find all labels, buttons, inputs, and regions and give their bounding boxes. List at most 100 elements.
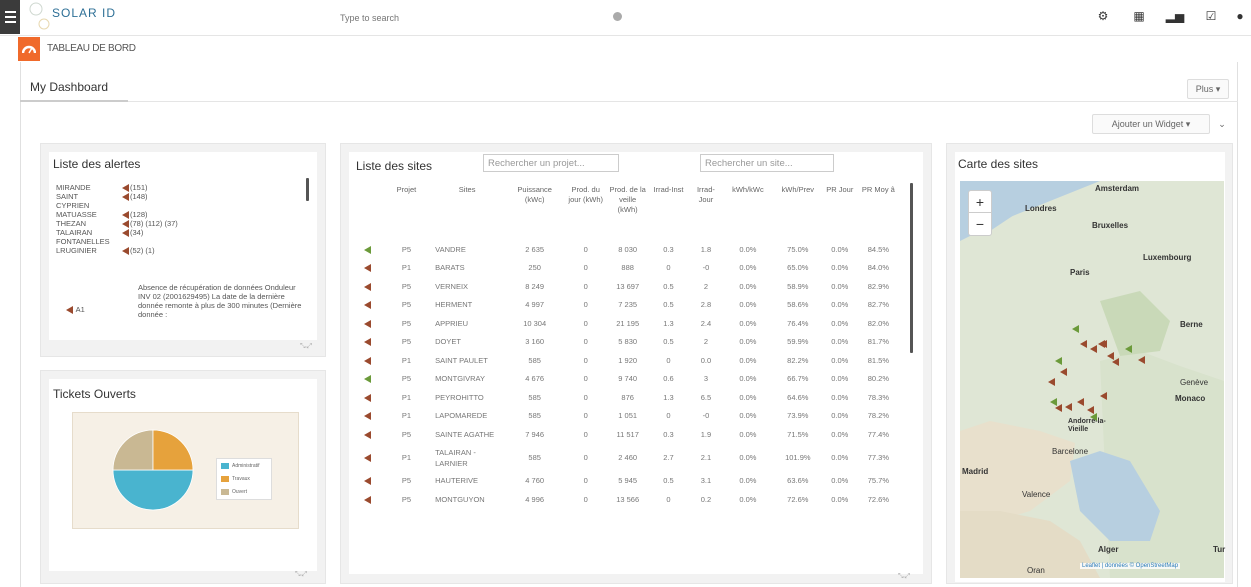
alert-row[interactable]: LRUGINIER (52) (1) bbox=[56, 246, 155, 256]
map-marker-icon[interactable] bbox=[1090, 413, 1097, 421]
tab-my-dashboard[interactable]: My Dashboard bbox=[30, 80, 108, 94]
cell-projet: P1 bbox=[401, 392, 412, 402]
alert-row[interactable]: FONTANELLES bbox=[56, 237, 122, 246]
menu-icon[interactable] bbox=[0, 0, 20, 34]
alert-counts: (151) bbox=[130, 183, 148, 192]
cell-prod-jour: 0 bbox=[583, 476, 588, 486]
table-row[interactable]: P5 MONTGUYON 4 996 0 13 566 0 0.2 0.0% 72.6% 0.0%… bbox=[352, 490, 900, 509]
table-row[interactable]: P1 SAINT PAULET 585 0 1 920 0 0.0 0.0% 82.2% 0.0%… bbox=[352, 351, 900, 370]
cell-prod-jour: 0 bbox=[583, 281, 588, 291]
alert-row[interactable]: TALAIRAN (34) bbox=[56, 228, 144, 238]
table-row[interactable]: P5 MONTGIVRAY 4 676 0 9 740 0.6 3 0.0% 66.7% 0.0%… bbox=[352, 370, 900, 389]
pie-slice-administratif[interactable] bbox=[112, 469, 194, 511]
project-filter-input[interactable]: Rechercher un projet... bbox=[483, 154, 619, 172]
cell-projet: P5 bbox=[401, 300, 412, 310]
chevron-down-icon[interactable]: ⌄ bbox=[1212, 114, 1232, 134]
table-row[interactable]: P5 DOYET 3 160 0 5 830 0.5 2 0.0% 59.9% 0.0% 81.7% bbox=[352, 333, 900, 352]
table-row[interactable]: P1 PEYROHITTO 585 0 876 1.3 6.5 0.0% 64.6% 0.0% 78… bbox=[352, 388, 900, 407]
column-header[interactable]: kWh/kWc bbox=[723, 185, 773, 240]
alert-row[interactable]: SAINT (148) bbox=[56, 192, 148, 202]
map-marker-icon[interactable] bbox=[1065, 403, 1072, 411]
alert-a1-label: A1 bbox=[75, 305, 85, 314]
zoom-in-button[interactable]: + bbox=[969, 191, 991, 213]
column-header[interactable]: Prod. de la veille (kWh) bbox=[607, 185, 648, 240]
map-attribution[interactable]: Leaflet | données © OpenStreetMap bbox=[1080, 563, 1181, 569]
content-left-border bbox=[20, 62, 21, 587]
alert-row[interactable]: CYPRIEN bbox=[56, 201, 122, 210]
resize-handle-icon[interactable]: ⤡⤢ bbox=[300, 343, 313, 351]
pie-slice-travaux[interactable] bbox=[152, 429, 194, 471]
column-header[interactable]: PR Moy â bbox=[857, 185, 900, 240]
map-marker-icon[interactable] bbox=[1055, 357, 1062, 365]
table-row[interactable]: P5 VERNEIX 8 249 0 13 697 0.5 2 0.0% 58.9% 0.0% 82… bbox=[352, 277, 900, 296]
column-header[interactable]: Irrad-Jour bbox=[689, 185, 723, 240]
table-row[interactable]: P1 TALAIRAN - LARNIER 585 0 2 460 2.7 2.1 0.0% 1… bbox=[352, 444, 900, 472]
map-marker-icon[interactable] bbox=[1055, 404, 1062, 412]
dashboard-tab-icon[interactable] bbox=[18, 37, 40, 61]
row-flag bbox=[352, 314, 384, 333]
resize-handle-icon[interactable]: ⤡⤢ bbox=[295, 571, 308, 579]
search-input[interactable] bbox=[340, 13, 590, 23]
map-zoom-control[interactable]: + − bbox=[968, 190, 992, 236]
site-filter-input[interactable]: Rechercher un site... bbox=[700, 154, 834, 172]
tab-title[interactable]: TABLEAU DE BORD bbox=[47, 43, 136, 54]
checkbox-icon[interactable]: ☑ bbox=[1193, 9, 1229, 23]
column-header[interactable]: kWh/Prev bbox=[773, 185, 823, 240]
alerts-scrollbar[interactable] bbox=[306, 178, 309, 201]
alert-a1[interactable]: A1 bbox=[66, 305, 85, 315]
map-marker-icon[interactable] bbox=[1125, 345, 1132, 353]
cell-projet: P1 bbox=[401, 355, 412, 365]
map-marker-icon[interactable] bbox=[1060, 368, 1067, 376]
chart-icon[interactable]: ▂▅ bbox=[1157, 9, 1193, 23]
alert-row[interactable]: THEZAN (78) (112) (37) bbox=[56, 219, 178, 229]
column-header[interactable]: Irrad-Inst bbox=[648, 185, 689, 240]
gear-icon[interactable]: ⚙ bbox=[1085, 9, 1121, 23]
column-header[interactable]: Sites bbox=[429, 185, 505, 240]
cell-prod-veille: 5 830 bbox=[618, 337, 638, 347]
calendar-icon[interactable]: ▦ bbox=[1121, 9, 1157, 23]
solar-id-logo[interactable]: SOLAR ID bbox=[22, 2, 172, 32]
table-row[interactable]: P5 HERMENT 4 997 0 7 235 0.5 2.8 0.0% 58.6% 0.0% 8… bbox=[352, 296, 900, 315]
cell-pr-moy: 82.9% bbox=[867, 281, 890, 291]
column-header[interactable]: Prod. du jour (kWh) bbox=[564, 185, 607, 240]
map-marker-icon[interactable] bbox=[1112, 358, 1119, 366]
column-header[interactable]: PR Jour bbox=[823, 185, 857, 240]
flag-icon bbox=[363, 495, 371, 504]
map-marker-icon[interactable] bbox=[1100, 392, 1107, 400]
alert-counts: (34) bbox=[130, 228, 144, 237]
map-marker-icon[interactable] bbox=[1080, 340, 1087, 348]
cell-pr-jour: 0.0% bbox=[831, 374, 849, 384]
sites-scrollbar[interactable] bbox=[910, 183, 913, 353]
table-row[interactable]: P1 BARATS 250 0 888 0 -0 0.0% 65.0% 0.0% 84.0% bbox=[352, 259, 900, 278]
table-row[interactable]: P1 LAPOMAREDE 585 0 1 051 0 -0 0.0% 73.9% 0.0% 78.… bbox=[352, 407, 900, 426]
cell-site: LAPOMAREDE bbox=[435, 411, 488, 421]
column-header[interactable]: Projet bbox=[384, 185, 429, 240]
table-row[interactable]: P5 SAINTE AGATHE 7 946 0 11 517 0.3 1.9 0.0% 71.… bbox=[352, 425, 900, 444]
global-search[interactable] bbox=[340, 9, 630, 27]
plus-button[interactable]: Plus ▾ bbox=[1187, 79, 1229, 99]
map-marker-icon[interactable] bbox=[1090, 345, 1097, 353]
map-marker-icon[interactable] bbox=[1098, 340, 1105, 348]
cell-kwh-kwc: 0.0% bbox=[739, 281, 757, 291]
zoom-out-button[interactable]: − bbox=[969, 213, 991, 235]
alert-row[interactable]: MIRANDE (151) bbox=[56, 183, 148, 193]
cell-kwh-prev: 59.9% bbox=[787, 337, 809, 347]
resize-handle-icon[interactable]: ⤡⤢ bbox=[898, 573, 911, 581]
row-flag bbox=[352, 425, 384, 444]
map-marker-icon[interactable] bbox=[1072, 325, 1079, 333]
map-label: Barcelone bbox=[1052, 447, 1089, 456]
add-widget-button[interactable]: Ajouter un Widget ▾ bbox=[1092, 114, 1210, 134]
table-row[interactable]: P5 VANDRE 2 635 0 8 030 0.3 1.8 0.0% 75.0% 0.0% 84… bbox=[352, 240, 900, 259]
legend-administratif: Administratif bbox=[232, 463, 260, 469]
user-icon[interactable]: ● bbox=[1229, 9, 1251, 23]
table-row[interactable]: P5 HAUTERIVE 4 760 0 5 945 0.5 3.1 0.0% 63.6% 0.0… bbox=[352, 472, 900, 491]
column-header[interactable]: Puissance (kWc) bbox=[505, 185, 564, 240]
pie-slice-ouvert[interactable] bbox=[112, 429, 154, 471]
map-marker-icon[interactable] bbox=[1077, 398, 1084, 406]
cell-pr-jour: 0.0% bbox=[831, 494, 849, 504]
alert-row[interactable]: MATUASSE (128) bbox=[56, 210, 148, 220]
clear-search-icon[interactable] bbox=[613, 12, 622, 21]
map-marker-icon[interactable] bbox=[1138, 356, 1145, 364]
table-row[interactable]: P5 APPRIEU 10 304 0 21 195 1.3 2.4 0.0% 76.4% 0.0… bbox=[352, 314, 900, 333]
map-marker-icon[interactable] bbox=[1048, 378, 1055, 386]
